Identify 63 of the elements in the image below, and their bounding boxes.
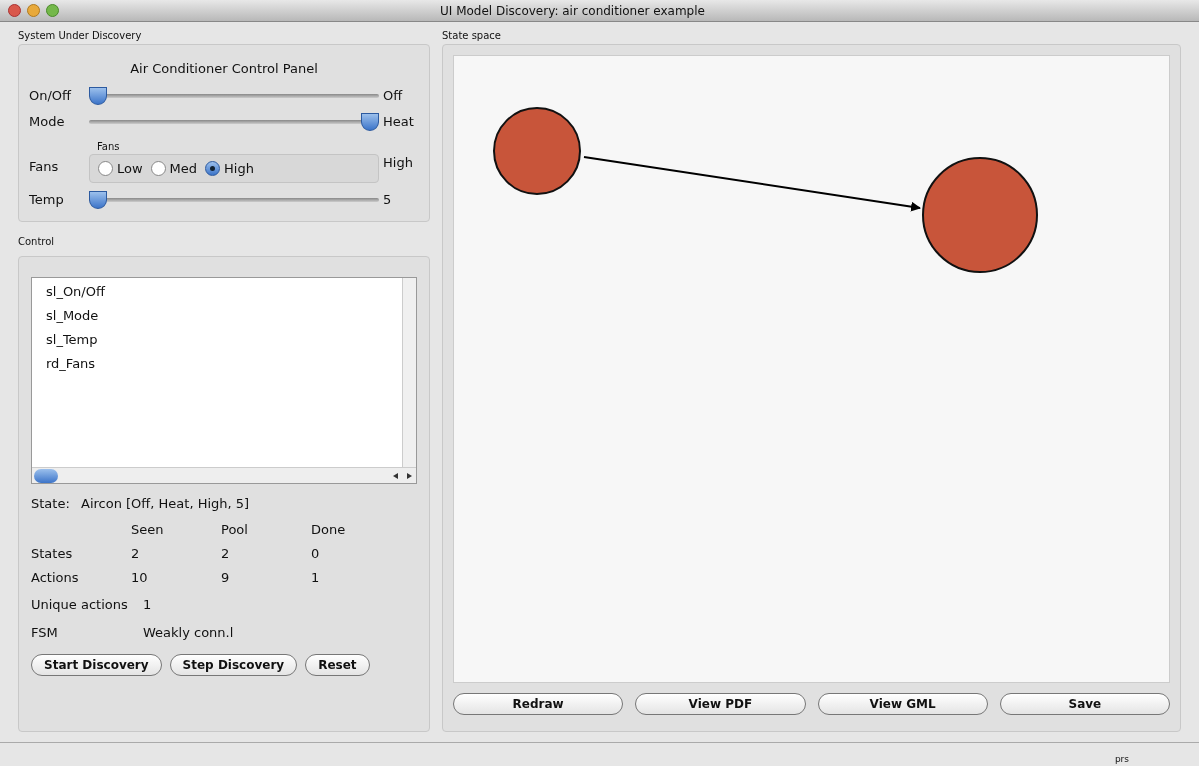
panel-title: System Under Discovery: [18, 28, 143, 43]
slider[interactable]: [89, 86, 379, 105]
action-button[interactable]: Reset: [305, 654, 370, 676]
column-header: Done: [311, 522, 346, 538]
radio-option[interactable]: Low: [98, 158, 143, 178]
list-item[interactable]: sl_On/Off: [46, 280, 402, 304]
scroll-thumb[interactable]: [34, 468, 58, 483]
list-item[interactable]: sl_Mode: [46, 304, 402, 328]
fact-value: Weakly conn.l: [143, 624, 234, 643]
window-title: UI Model Discovery: air conditioner example: [440, 2, 705, 20]
column-header: Pool: [221, 522, 248, 538]
radio-value: High: [383, 153, 414, 172]
slider[interactable]: [89, 191, 379, 209]
slider-value: 5: [383, 191, 393, 210]
panel-title: Control: [18, 234, 56, 249]
row-header: States: [31, 546, 73, 562]
slider-thumb[interactable]: [361, 112, 379, 131]
panel-title: State space: [442, 28, 502, 43]
group-title: Fans: [97, 139, 121, 154]
radio-button[interactable]: [150, 160, 166, 176]
slider-value: Heat: [383, 112, 415, 131]
table-cell: 10: [131, 570, 148, 586]
column-header: Seen: [131, 522, 164, 538]
close-button[interactable]: [8, 4, 21, 17]
zoom-button[interactable]: [46, 4, 59, 17]
slider-label: Temp: [29, 191, 65, 210]
graph-button[interactable]: View PDF: [635, 693, 806, 715]
vertical-scrollbar[interactable]: [402, 278, 416, 467]
state-node[interactable]: [922, 157, 1038, 273]
fact-label: FSM: [31, 624, 59, 643]
radio-button[interactable]: [98, 160, 113, 176]
horizontal-scrollbar[interactable]: [32, 467, 416, 483]
table-cell: 2: [131, 546, 140, 562]
table-cell: 1: [311, 570, 320, 586]
table-cell: 2: [221, 546, 230, 562]
graph-button[interactable]: View GML: [817, 693, 988, 715]
slider-label: Mode: [29, 112, 66, 131]
state-node[interactable]: [493, 107, 581, 195]
panel-heading: Air Conditioner Control Panel: [129, 60, 319, 78]
slider[interactable]: [89, 112, 379, 131]
state-label: State:: [31, 495, 71, 514]
fact-label: Unique actions: [31, 596, 129, 615]
slider-thumb[interactable]: [89, 86, 107, 105]
status-text: prs: [1114, 752, 1129, 766]
state-value: Aircon [Off, Heat, High, 5]: [81, 495, 250, 514]
table-cell: 0: [311, 546, 320, 562]
action-button[interactable]: Step Discovery: [169, 654, 298, 676]
radio-option[interactable]: High: [205, 158, 254, 178]
row-header: Actions: [31, 570, 79, 586]
minimize-button[interactable]: [27, 4, 40, 17]
slider-label: On/Off: [29, 86, 73, 105]
fact-value: 1: [143, 596, 152, 615]
list-item[interactable]: rd_Fans: [46, 352, 402, 376]
action-button[interactable]: Start Discovery: [31, 654, 162, 676]
table-cell: 9: [221, 570, 230, 586]
list-item[interactable]: sl_Temp: [46, 328, 402, 352]
radio-option[interactable]: Med: [150, 158, 198, 178]
graph-button[interactable]: Save: [999, 693, 1170, 715]
radio-button[interactable]: [205, 160, 221, 176]
graph-button[interactable]: Redraw: [453, 693, 624, 715]
radio-group-label: Fans: [29, 157, 60, 176]
slider-value: Off: [383, 86, 404, 105]
slider-thumb[interactable]: [89, 191, 107, 209]
